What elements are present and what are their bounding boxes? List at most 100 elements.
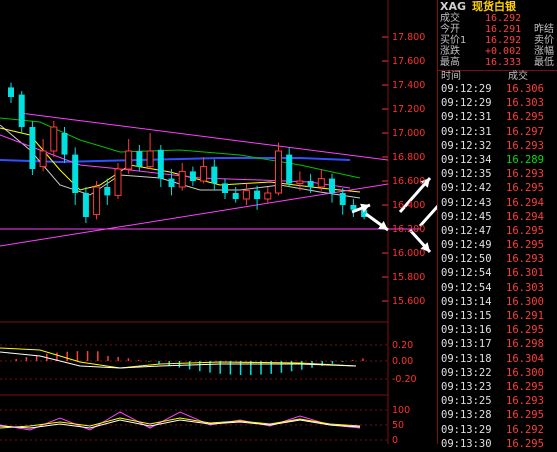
candle-body bbox=[307, 181, 314, 187]
tick-row: 09:12:45 16.294 bbox=[438, 211, 557, 225]
tick-row: 09:13:23 16.295 bbox=[438, 381, 557, 395]
tick-row: 09:13:15 16.291 bbox=[438, 310, 557, 324]
quote-row: 最高 16.333 最低 bbox=[438, 57, 557, 68]
quote-row: 买价1 16.292 卖价 bbox=[438, 35, 557, 46]
tick-price: 16.306 bbox=[506, 83, 544, 95]
tick-price: 16.293 bbox=[506, 168, 544, 181]
tick-time: 09:13:14 bbox=[441, 295, 492, 308]
tick-time: 09:12:31 bbox=[441, 111, 492, 124]
tick-price: 16.289 bbox=[506, 153, 544, 166]
tick-row: 09:13:16 16.295 bbox=[438, 324, 557, 338]
axis-tick-label: 16.200 bbox=[392, 224, 425, 235]
candle-body bbox=[317, 178, 325, 188]
candle-body bbox=[18, 94, 25, 127]
tick-row: 09:12:43 16.294 bbox=[438, 197, 557, 211]
quote-row: 成交 16.292 bbox=[438, 13, 557, 24]
tick-price: 16.293 bbox=[506, 139, 544, 152]
quote-panel: XAG 现货白银 成交 16.292 今开 16.291 昨结 买价1 16.292 卖价 涨跌… bbox=[437, 0, 557, 450]
symbol-name: 现货白银 bbox=[472, 0, 517, 13]
axis-tick-label: 16.600 bbox=[392, 176, 425, 187]
tick-row: 09:13:30 16.295 bbox=[438, 438, 557, 452]
candle-body bbox=[50, 126, 58, 152]
candlesticks bbox=[8, 82, 368, 223]
tick-row: 09:12:54 16.301 bbox=[438, 267, 557, 281]
candle-body bbox=[339, 193, 346, 205]
tick-price: 16.292 bbox=[506, 423, 544, 436]
candle-body bbox=[29, 127, 36, 169]
macd-tick-label: 0.00 bbox=[392, 356, 413, 367]
tick-row: 09:12:31 16.295 bbox=[438, 111, 557, 125]
candle-body bbox=[286, 154, 293, 184]
tick-price: 16.295 bbox=[506, 111, 544, 124]
axis-tick-label: 16.000 bbox=[392, 248, 425, 259]
quote-row: 涨跌 +0.002 涨幅 bbox=[438, 46, 557, 57]
candle-body bbox=[104, 187, 111, 196]
tick-price: 16.291 bbox=[506, 310, 544, 322]
tick-row: 09:12:31 16.297 bbox=[438, 126, 557, 140]
tick-time: 09:13:25 bbox=[441, 395, 492, 408]
tick-time: 09:12:50 bbox=[441, 253, 492, 266]
candle-body bbox=[329, 178, 335, 193]
tick-price: 16.300 bbox=[506, 295, 544, 308]
kdj-tick-label: 50 bbox=[392, 420, 404, 431]
tick-row: 09:13:29 16.292 bbox=[438, 424, 557, 438]
tick-price: 16.295 bbox=[506, 409, 544, 422]
tick-price: 16.293 bbox=[506, 395, 544, 408]
tick-row: 09:12:47 16.295 bbox=[438, 225, 557, 239]
candle-body bbox=[168, 178, 175, 187]
axis-tick-label: 16.400 bbox=[392, 200, 425, 211]
kdj-tick-label: 100 bbox=[392, 405, 410, 416]
candle-body bbox=[200, 166, 208, 182]
tick-row: 09:12:50 16.293 bbox=[438, 253, 557, 267]
tick-time: 09:13:22 bbox=[441, 366, 492, 379]
tick-time: 09:12:49 bbox=[441, 239, 492, 252]
candle-body bbox=[296, 180, 304, 184]
candle-body bbox=[189, 171, 196, 181]
tick-price: 16.304 bbox=[506, 352, 544, 365]
tick-time: 09:12:54 bbox=[441, 267, 492, 280]
tick-time: 09:12:43 bbox=[441, 196, 492, 209]
quote-extra-label: 最低 bbox=[534, 57, 554, 68]
tick-price: 16.294 bbox=[506, 210, 544, 223]
tick-time: 09:13:17 bbox=[441, 338, 492, 351]
kdj-tick-label: 0 bbox=[392, 435, 398, 444]
candle-body bbox=[8, 87, 14, 97]
candle-body bbox=[254, 190, 261, 199]
candle-body bbox=[242, 190, 250, 200]
tick-price: 16.303 bbox=[506, 97, 544, 110]
tick-price: 16.295 bbox=[506, 224, 544, 237]
tick-row: 09:12:54 16.303 bbox=[438, 282, 557, 296]
tick-row: 09:12:49 16.295 bbox=[438, 239, 557, 253]
candle-body bbox=[264, 192, 272, 200]
axis-tick-label: 17.600 bbox=[392, 56, 425, 67]
quote-row: 今开 16.291 昨结 bbox=[438, 24, 557, 35]
quote-value: 16.333 bbox=[485, 57, 522, 68]
tick-time: 09:13:15 bbox=[441, 310, 492, 322]
tick-row: 09:12:42 16.295 bbox=[438, 182, 557, 196]
candle-body bbox=[93, 186, 101, 216]
candle-body bbox=[114, 168, 122, 196]
axis-tick-label: 15.800 bbox=[392, 272, 425, 283]
tick-price: 16.293 bbox=[506, 253, 544, 266]
quote-header: XAG 现货白银 bbox=[438, 0, 557, 13]
axis-tick-label: 17.200 bbox=[392, 104, 425, 115]
tick-time: 09:12:34 bbox=[441, 153, 492, 166]
axis-tick-label: 17.000 bbox=[392, 128, 425, 139]
tick-price: 16.295 bbox=[506, 239, 544, 252]
kline-chart[interactable]: 17.800 17.600 17.400 17.200 17.000 16.800 16.6… bbox=[0, 0, 437, 444]
candle-body bbox=[146, 150, 154, 168]
quote-label: 最高 bbox=[440, 57, 460, 68]
tick-row: 09:13:17 16.298 bbox=[438, 338, 557, 352]
tick-price: 16.298 bbox=[506, 338, 544, 351]
candle-body bbox=[178, 170, 186, 188]
header-price: 成交 bbox=[508, 71, 528, 82]
indicator-lines bbox=[0, 112, 420, 247]
tick-time: 09:13:16 bbox=[441, 324, 492, 337]
macd-tick-label: 0.20 bbox=[392, 340, 413, 351]
tick-time: 09:12:35 bbox=[441, 168, 492, 181]
candle-body bbox=[72, 154, 79, 193]
tick-list[interactable]: 09:12:29 16.306 09:12:29 16.303 09:12:31 16.2… bbox=[438, 83, 557, 452]
tick-time: 09:12:47 bbox=[441, 224, 492, 237]
candle-body bbox=[61, 133, 68, 155]
axis-tick-label: 17.800 bbox=[392, 32, 425, 43]
